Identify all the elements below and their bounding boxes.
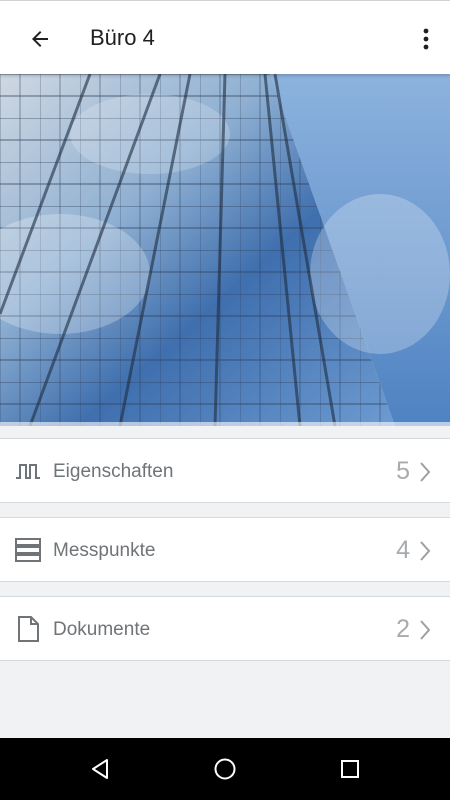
nav-back-button[interactable] [83,752,117,786]
building-photo [0,74,450,426]
app-bar: Büro 4 [0,0,450,74]
chevron-right-icon [420,541,431,561]
nav-home-button[interactable] [208,752,242,786]
nav-recents-button[interactable] [333,752,367,786]
item-count: 4 [396,536,410,564]
page-title: Büro 4 [90,25,155,50]
chevron-right-icon [420,620,431,640]
list-item-label: Eigenschaften [53,461,174,482]
triangle-back-icon [92,759,108,779]
stacked-rows-icon [15,538,41,562]
list-item-label: Messpunkte [53,540,156,561]
item-count: 2 [396,615,410,643]
list-item-dokumente[interactable]: Dokumente 2 [0,596,450,661]
arrow-left-icon [32,31,48,47]
more-options-button[interactable] [416,19,436,59]
back-button[interactable] [20,19,60,59]
square-recents-icon [341,760,359,778]
more-vertical-icon [423,28,429,50]
document-icon [18,616,39,642]
chevron-right-icon [420,462,431,482]
system-nav-bar [0,738,450,800]
item-count: 5 [396,457,410,485]
list-item-label: Dokumente [53,619,151,640]
square-wave-icon [16,464,40,479]
list-item-messpunkte[interactable]: Messpunkte 4 [0,517,450,582]
circle-home-icon [214,758,236,780]
list-item-eigenschaften[interactable]: Eigenschaften 5 [0,438,450,503]
